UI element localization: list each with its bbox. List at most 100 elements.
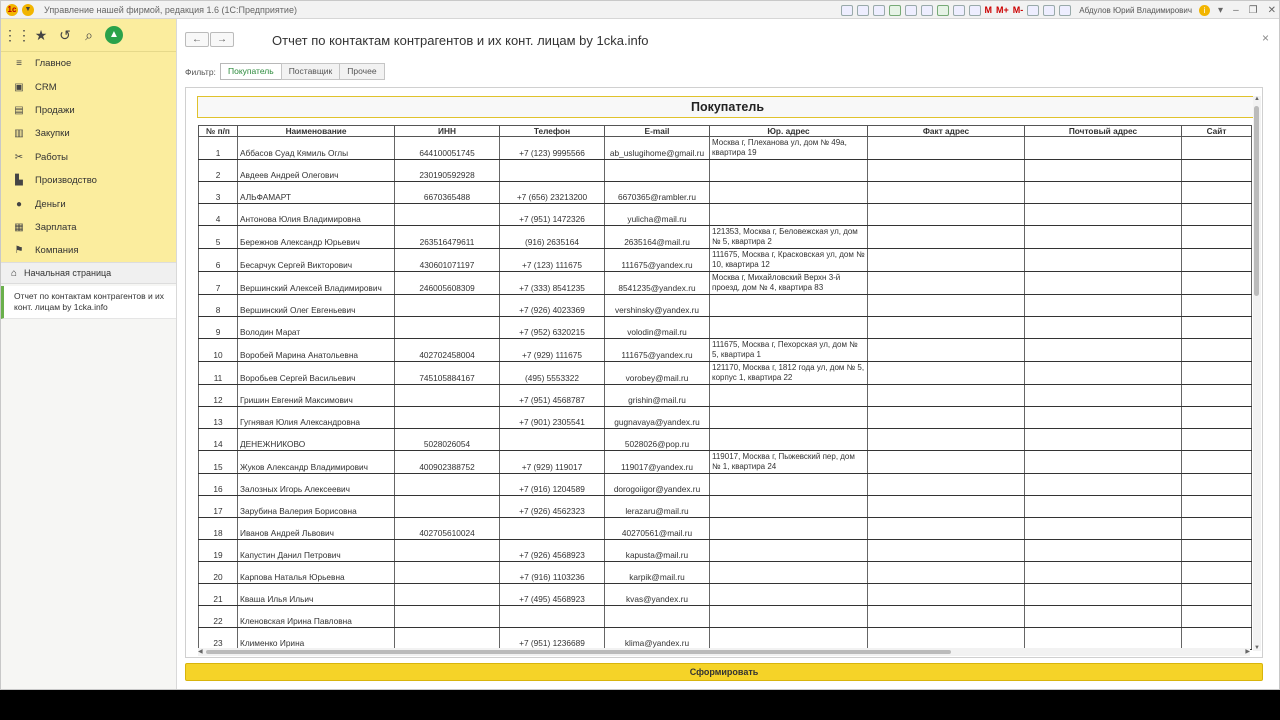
cell-phone[interactable]: +7 (916) 1204589	[499, 473, 605, 496]
cell-number[interactable]: 19	[198, 539, 238, 562]
cell-legal-address[interactable]	[709, 605, 868, 628]
cell-email[interactable]: 111675@yandex.ru	[604, 338, 710, 362]
cell-legal-address[interactable]	[709, 539, 868, 562]
table-row[interactable]: 12 Гришин Евгений Максимович +7 (951) 4568…	[198, 384, 1252, 407]
close-icon[interactable]: ×	[1262, 31, 1269, 45]
cell-phone[interactable]: +7 (333) 8541235	[499, 271, 605, 295]
cell-inn[interactable]: 263516479611	[394, 225, 500, 249]
cell-email[interactable]: vershinsky@yandex.ru	[604, 294, 710, 317]
panel-icon[interactable]	[1059, 4, 1072, 16]
open-window-item[interactable]: Отчет по контактам контрагентов и их кон…	[1, 286, 176, 319]
cell-number[interactable]: 15	[198, 450, 238, 474]
print-icon[interactable]	[856, 4, 869, 16]
table-row[interactable]: 20 Карпова Наталья Юрьевна +7 (916) 110323…	[198, 561, 1252, 584]
sidebar-item-purchases[interactable]: ▥ Закупки	[1, 122, 176, 145]
cell-legal-address[interactable]	[709, 495, 868, 518]
cell-number[interactable]: 4	[198, 203, 238, 226]
link-icon[interactable]	[1043, 4, 1056, 16]
cell-legal-address[interactable]	[709, 294, 868, 317]
cell-legal-address[interactable]	[709, 583, 868, 606]
scroll-up-icon[interactable]: ▲	[1254, 96, 1260, 102]
cell-site[interactable]	[1181, 539, 1252, 562]
cell-actual-address[interactable]	[867, 338, 1025, 362]
cell-postal-address[interactable]	[1024, 159, 1182, 182]
cell-name[interactable]: Володин Марат	[237, 316, 395, 339]
forward-button[interactable]: →	[210, 32, 234, 47]
cell-email[interactable]: klima@yandex.ru	[604, 627, 710, 650]
table-row[interactable]: 16 Залозных Игорь Алексеевич +7 (916) 1204…	[198, 473, 1252, 496]
table-row[interactable]: 9 Володин Марат +7 (952) 6320215 volodin@ma…	[198, 316, 1252, 339]
cell-name[interactable]: Бережнов Александр Юрьевич	[237, 225, 395, 249]
cell-postal-address[interactable]	[1024, 605, 1182, 628]
cell-phone[interactable]	[499, 605, 605, 628]
cell-number[interactable]: 8	[198, 294, 238, 317]
app-logo-icon[interactable]: 1с	[6, 3, 18, 16]
cell-postal-address[interactable]	[1024, 361, 1182, 385]
cell-site[interactable]	[1181, 181, 1252, 204]
cell-phone[interactable]: +7 (929) 111675	[499, 338, 605, 362]
cell-number[interactable]: 9	[198, 316, 238, 339]
cell-number[interactable]: 11	[198, 361, 238, 385]
cell-postal-address[interactable]	[1024, 316, 1182, 339]
cell-legal-address[interactable]	[709, 473, 868, 496]
cell-postal-address[interactable]	[1024, 561, 1182, 584]
cell-postal-address[interactable]	[1024, 517, 1182, 540]
cell-inn[interactable]	[394, 294, 500, 317]
cell-actual-address[interactable]	[867, 406, 1025, 429]
cell-phone[interactable]: +7 (656) 23213200	[499, 181, 605, 204]
vertical-scrollbar[interactable]: ▲ ▼	[1253, 96, 1261, 651]
cell-site[interactable]	[1181, 338, 1252, 362]
cell-email[interactable]: ab_uslugihome@gmail.ru	[604, 136, 710, 160]
cell-inn[interactable]: 644100051745	[394, 136, 500, 160]
cell-inn[interactable]: 402705610024	[394, 517, 500, 540]
cell-email[interactable]: 111675@yandex.ru	[604, 248, 710, 272]
cell-inn[interactable]: 745105884167	[394, 361, 500, 385]
cell-phone[interactable]: +7 (495) 4568923	[499, 583, 605, 606]
table-row[interactable]: 13 Гугнявая Юлия Александровна +7 (901) 23…	[198, 406, 1252, 429]
cell-number[interactable]: 2	[198, 159, 238, 182]
cell-name[interactable]: Капустин Данил Петрович	[237, 539, 395, 562]
cell-actual-address[interactable]	[867, 517, 1025, 540]
cell-name[interactable]: Гришин Евгений Максимович	[237, 384, 395, 407]
cell-phone[interactable]	[499, 428, 605, 451]
sidebar-item-main[interactable]: ≡ Главное	[1, 52, 176, 75]
cell-email[interactable]	[604, 159, 710, 182]
cell-postal-address[interactable]	[1024, 203, 1182, 226]
table-row[interactable]: 6 Бесарчук Сергей Викторович 430601071197 +…	[198, 248, 1252, 272]
table-row[interactable]: 8 Вершинский Олег Евгеньевич +7 (926) 4023…	[198, 294, 1252, 317]
cell-name[interactable]: Бесарчук Сергей Викторович	[237, 248, 395, 272]
cell-site[interactable]	[1181, 583, 1252, 606]
cell-phone[interactable]: +7 (901) 2305541	[499, 406, 605, 429]
cell-site[interactable]	[1181, 159, 1252, 182]
cell-site[interactable]	[1181, 384, 1252, 407]
minimize-icon[interactable]: –	[1233, 5, 1239, 16]
cell-actual-address[interactable]	[867, 583, 1025, 606]
cell-postal-address[interactable]	[1024, 338, 1182, 362]
close-window-icon[interactable]: ✕	[1268, 5, 1276, 16]
cell-legal-address[interactable]	[709, 627, 868, 650]
memory-button[interactable]: M	[985, 5, 993, 15]
cell-postal-address[interactable]	[1024, 248, 1182, 272]
cell-site[interactable]	[1181, 495, 1252, 518]
home-page-link[interactable]: ⌂ Начальная страница	[1, 262, 176, 284]
cell-site[interactable]	[1181, 517, 1252, 540]
cell-email[interactable]: 2635164@mail.ru	[604, 225, 710, 249]
cell-postal-address[interactable]	[1024, 406, 1182, 429]
cell-legal-address[interactable]: 121170, Москва г, 1812 года ул, дом № 5,…	[709, 361, 868, 385]
more-icon[interactable]: ▾	[1218, 5, 1223, 16]
cell-site[interactable]	[1181, 294, 1252, 317]
scroll-left-icon[interactable]: ◀	[198, 648, 203, 655]
cell-name[interactable]: Кваша Илья Ильич	[237, 583, 395, 606]
cell-postal-address[interactable]	[1024, 428, 1182, 451]
filter-tab-supplier[interactable]: Поставщик	[280, 63, 341, 80]
cell-actual-address[interactable]	[867, 294, 1025, 317]
sidebar-item-company[interactable]: ⚑ Компания	[1, 239, 176, 262]
cell-number[interactable]: 22	[198, 605, 238, 628]
cell-actual-address[interactable]	[867, 605, 1025, 628]
table-row[interactable]: 1 Аббасов Суад Кямиль Оглы 644100051745 +7 …	[198, 136, 1252, 160]
cell-inn[interactable]	[394, 605, 500, 628]
cell-name[interactable]: Аббасов Суад Кямиль Оглы	[237, 136, 395, 160]
cell-email[interactable]: volodin@mail.ru	[604, 316, 710, 339]
table-row[interactable]: 17 Зарубина Валерия Борисовна +7 (926) 456…	[198, 495, 1252, 518]
cell-phone[interactable]: +7 (916) 1103236	[499, 561, 605, 584]
